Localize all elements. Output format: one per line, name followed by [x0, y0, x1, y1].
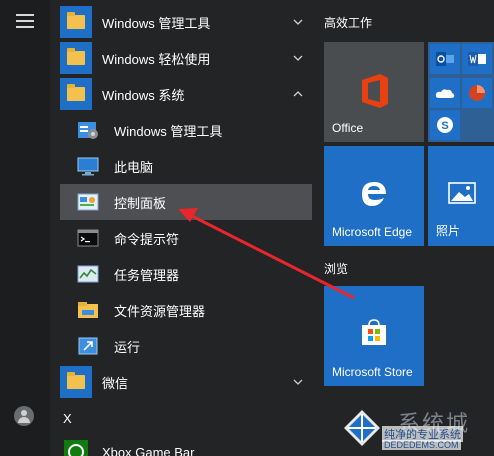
- start-left-rail: [0, 0, 50, 456]
- task-manager-icon: [72, 258, 104, 290]
- folder-icon: [60, 6, 92, 38]
- tile-label: 照片: [436, 224, 461, 238]
- tile-label: Microsoft Store: [332, 365, 413, 379]
- app-list-folder-windows-ease-of-access[interactable]: Windows 轻松使用: [60, 40, 312, 76]
- tile-label: Office: [332, 121, 364, 135]
- windows-logo-icon: [344, 410, 380, 446]
- watermark-url: DEDEDEMS.COM: [382, 440, 461, 450]
- app-list-item-command-prompt[interactable]: 命令提示符: [60, 220, 312, 256]
- chevron-down-icon: [293, 19, 303, 25]
- edge-icon: [362, 182, 386, 206]
- hamburger-menu-icon[interactable]: [16, 14, 34, 28]
- tile-microsoft-store[interactable]: Microsoft Store: [324, 286, 424, 386]
- app-list-item-windows-admin-tools[interactable]: Windows 管理工具: [60, 112, 312, 148]
- app-list-item-run[interactable]: 运行: [60, 328, 312, 364]
- app-list-item-label: Windows 管理工具: [102, 15, 211, 31]
- powerpoint-icon[interactable]: [462, 78, 492, 108]
- watermark: 系统城 纯净的专业系统 DEDEDEMS.COM: [342, 404, 494, 456]
- file-explorer-icon: [72, 294, 104, 326]
- app-list-item-this-pc[interactable]: 此电脑: [60, 148, 312, 184]
- chevron-up-icon: [293, 91, 303, 97]
- chevron-down-icon: [293, 55, 303, 61]
- app-list-item-xbox-game-bar[interactable]: Xbox Game Bar: [60, 434, 312, 456]
- app-list-item-file-explorer[interactable]: 文件资源管理器: [60, 292, 312, 328]
- photos-icon: [448, 182, 476, 204]
- app-list-item-label: 任务管理器: [114, 267, 180, 283]
- control-panel-icon: [72, 186, 104, 218]
- folder-icon: [60, 366, 92, 398]
- app-list-item-label: 此电脑: [114, 159, 154, 175]
- onedrive-icon[interactable]: [430, 78, 460, 108]
- app-list-item-label: 文件资源管理器: [114, 303, 206, 319]
- outlook-icon[interactable]: [430, 44, 460, 74]
- app-list-item-label: Windows 轻松使用: [102, 51, 211, 67]
- app-list-item-label: 微信: [102, 375, 129, 391]
- cmd-icon: [72, 222, 104, 254]
- app-list-item-label: Windows 系统: [102, 87, 185, 103]
- folder-icon: [60, 42, 92, 74]
- admin-tools-icon: [72, 114, 104, 146]
- app-list-folder-wechat[interactable]: 微信: [60, 364, 312, 400]
- app-list-item-label: Windows 管理工具: [114, 123, 223, 139]
- app-list-folder-windows-system[interactable]: Windows 系统: [60, 76, 312, 112]
- tile-microsoft-edge[interactable]: Microsoft Edge: [324, 146, 424, 246]
- app-list-item-task-manager[interactable]: 任务管理器: [60, 256, 312, 292]
- user-account-icon[interactable]: [14, 406, 34, 426]
- store-icon: [362, 319, 386, 345]
- tile-group-title-productivity: 高效工作: [324, 16, 373, 30]
- run-icon: [72, 330, 104, 362]
- app-list-item-label: 运行: [114, 339, 141, 355]
- app-list-item-label: 控制面板: [114, 195, 167, 211]
- tile-label: Microsoft Edge: [332, 225, 413, 239]
- xbox-game-bar-icon: [60, 436, 92, 456]
- app-list-item-label: 命令提示符: [114, 231, 180, 247]
- skype-icon[interactable]: S: [430, 110, 460, 140]
- word-icon[interactable]: [462, 44, 492, 74]
- app-list-folder-windows-admin-tools[interactable]: Windows 管理工具: [60, 4, 312, 40]
- app-list-item-control-panel[interactable]: 控制面板: [60, 184, 312, 220]
- tile-group-mini: S: [428, 42, 494, 142]
- tile-office[interactable]: Office: [324, 42, 424, 142]
- folder-icon: [60, 78, 92, 110]
- this-pc-icon: [72, 150, 104, 182]
- app-list: Windows 管理工具 Windows 轻松使用 Windows 系统 Win…: [50, 0, 312, 456]
- tile-photos[interactable]: 照片: [428, 146, 494, 246]
- section-letter-x[interactable]: X: [63, 411, 72, 426]
- tiles-area: 高效工作 Office S Microsoft Edge 照片 浏览 Micro…: [312, 0, 494, 456]
- svg-text:S: S: [441, 120, 448, 132]
- app-list-item-label: Xbox Game Bar: [102, 444, 195, 456]
- tile-group-title-browse: 浏览: [324, 262, 349, 276]
- office-icon: [362, 74, 388, 108]
- chevron-down-icon: [293, 379, 303, 385]
